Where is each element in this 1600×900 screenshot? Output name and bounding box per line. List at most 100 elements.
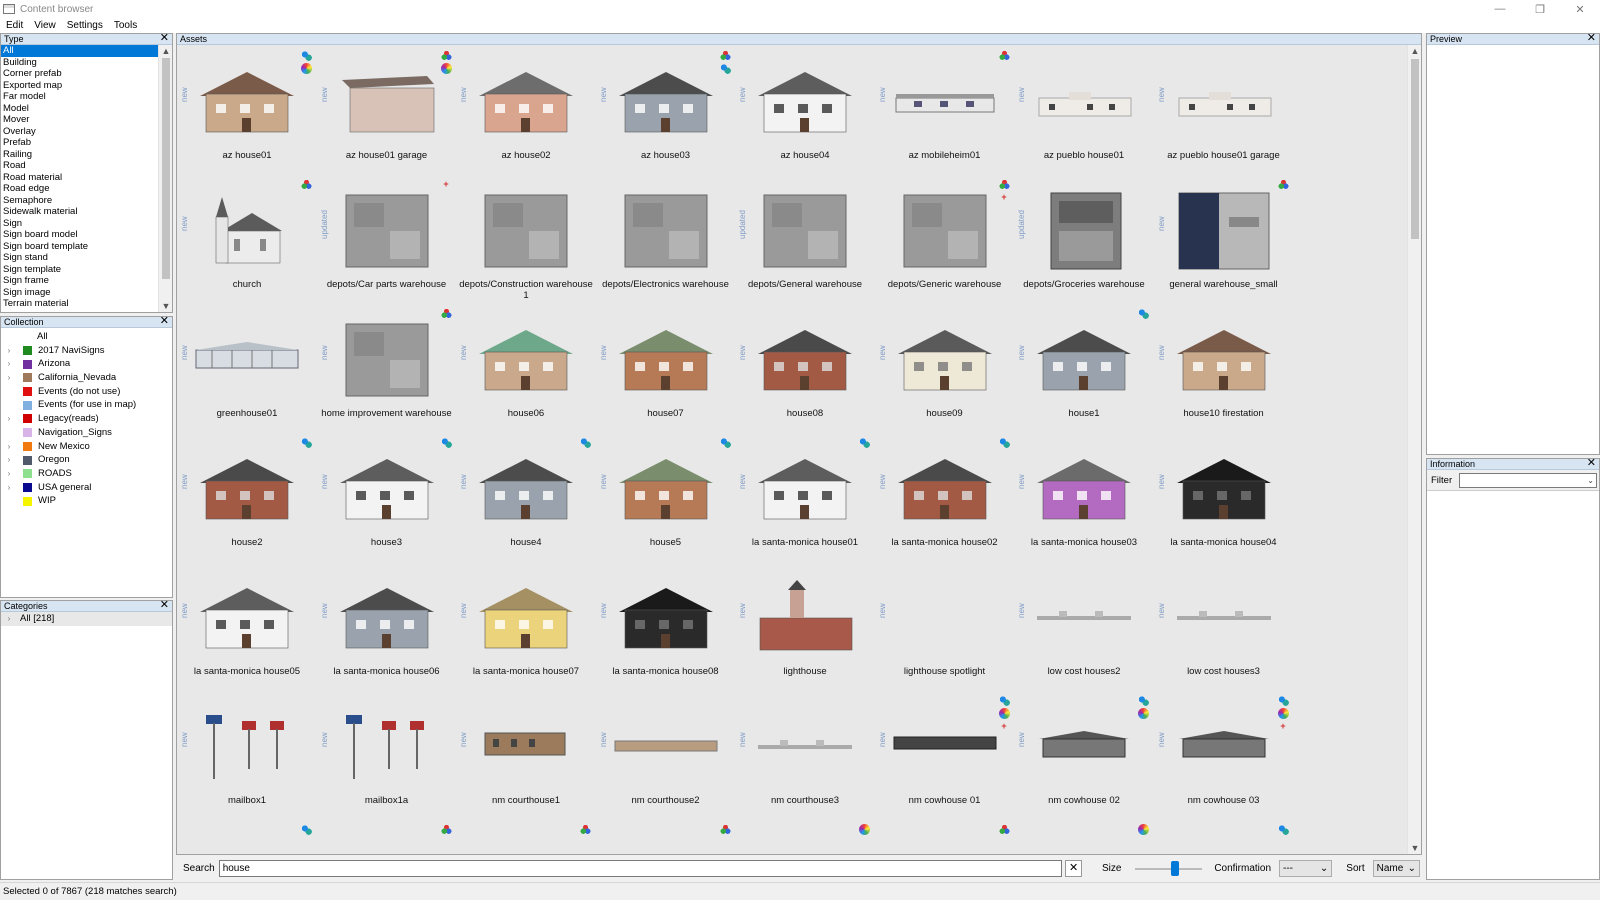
collection-item[interactable]: › Oregon (1, 453, 172, 467)
asset-tile[interactable]: new + nm cowhouse 03 (1154, 691, 1294, 820)
chevron-up-icon[interactable]: ▲ (1408, 45, 1422, 57)
asset-tile[interactable]: new lighthouse (735, 562, 875, 691)
asset-tile[interactable]: new la santa-monica house04 (1154, 433, 1294, 562)
asset-tile[interactable]: new nm cowhouse 02 (1014, 691, 1154, 820)
asset-tile[interactable]: new house08 (735, 304, 875, 433)
type-item[interactable]: Sign frame (1, 275, 158, 287)
clear-search-icon[interactable]: ✕ (1065, 859, 1082, 877)
collection-item[interactable]: Events (for use in map) (1, 398, 172, 412)
asset-tile[interactable]: new mailbox1a (317, 691, 457, 820)
collection-item[interactable]: › Arizona (1, 357, 172, 371)
collection-item[interactable]: › Legacy(reads) (1, 412, 172, 426)
collection-item[interactable]: › New Mexico (1, 440, 172, 454)
chevron-right-icon[interactable]: › (4, 467, 14, 481)
asset-tile[interactable]: new house09 (875, 304, 1015, 433)
slider-handle[interactable] (1171, 860, 1180, 876)
asset-tile[interactable]: new la santa-monica house01 (735, 433, 875, 562)
sort-select[interactable]: Name ⌄ (1372, 859, 1420, 877)
asset-tile[interactable]: new la santa-monica house05 (177, 562, 317, 691)
minimize-button[interactable]: — (1482, 0, 1518, 18)
confirmation-select[interactable]: --- ⌄ (1279, 859, 1333, 877)
menu-tools[interactable]: Tools (114, 20, 137, 31)
asset-tile[interactable]: new lighthouse spotlight (875, 562, 1015, 691)
chevron-right-icon[interactable]: › (4, 481, 14, 495)
type-item[interactable]: Overlay (1, 126, 158, 138)
asset-tile[interactable]: new az house02 (456, 46, 596, 175)
collection-item[interactable]: › ROADS (1, 467, 172, 481)
collection-item[interactable]: Events (do not use) (1, 385, 172, 399)
asset-tile[interactable]: new az house01 garage (317, 46, 457, 175)
asset-tile[interactable]: new la santa-monica house03 (1014, 433, 1154, 562)
type-item[interactable]: All (1, 45, 158, 57)
asset-tile[interactable]: new la santa-monica house02 (875, 433, 1015, 562)
filter-select[interactable]: ⌄ (1459, 472, 1597, 488)
type-item[interactable]: Road edge (1, 183, 158, 195)
chevron-right-icon[interactable]: › (4, 453, 14, 467)
type-item[interactable]: Corner prefab (1, 68, 158, 80)
close-icon[interactable]: ✕ (160, 600, 169, 611)
collection-item[interactable]: WIP (1, 494, 172, 508)
asset-tile[interactable]: new az house03 (596, 46, 736, 175)
close-icon[interactable]: ✕ (1587, 33, 1596, 44)
chevron-right-icon[interactable]: › (4, 612, 14, 626)
type-item[interactable]: Sign image (1, 287, 158, 299)
asset-tile[interactable]: new az mobileheim01 (875, 46, 1015, 175)
asset-tile[interactable]: new church (177, 175, 317, 304)
type-item[interactable]: Sign stand (1, 252, 158, 264)
type-item[interactable]: Road material (1, 172, 158, 184)
type-item[interactable]: Model (1, 103, 158, 115)
asset-tile[interactable]: updated depots/Groceries warehouse (1014, 175, 1154, 304)
type-item[interactable]: Railing (1, 149, 158, 161)
asset-tile[interactable]: new house2 (177, 433, 317, 562)
asset-tile[interactable]: new low cost houses3 (1154, 562, 1294, 691)
type-list-scrollbar[interactable]: ▲ ▼ (158, 45, 172, 312)
type-item[interactable]: Sign (1, 218, 158, 230)
asset-tile[interactable]: updated depots/General warehouse (735, 175, 875, 304)
chevron-right-icon[interactable]: › (4, 371, 14, 385)
collection-item[interactable]: › California_Nevada (1, 371, 172, 385)
collection-item[interactable]: › USA general (1, 481, 172, 495)
category-item-all[interactable]: › All [218] (1, 612, 172, 626)
asset-tile[interactable]: depots/Construction warehouse 1 (456, 175, 596, 304)
type-item[interactable]: Sign template (1, 264, 158, 276)
asset-tile[interactable]: new la santa-monica house07 (456, 562, 596, 691)
asset-tile[interactable]: updated + depots/Car parts warehouse (317, 175, 457, 304)
chevron-down-icon[interactable]: ▼ (159, 300, 173, 312)
asset-tile[interactable]: new house1 (1014, 304, 1154, 433)
scroll-thumb[interactable] (162, 58, 170, 279)
type-item[interactable]: Sign board model (1, 229, 158, 241)
type-item[interactable]: Mover (1, 114, 158, 126)
type-item[interactable]: Far model (1, 91, 158, 103)
chevron-right-icon[interactable]: › (4, 357, 14, 371)
close-icon[interactable]: ✕ (160, 33, 169, 44)
chevron-down-icon[interactable]: ▼ (1408, 842, 1422, 854)
asset-tile[interactable]: new greenhouse01 (177, 304, 317, 433)
menu-settings[interactable]: Settings (67, 20, 103, 31)
chevron-right-icon[interactable]: › (4, 440, 14, 454)
asset-tile[interactable]: new la santa-monica house08 (596, 562, 736, 691)
menu-view[interactable]: View (34, 20, 56, 31)
collection-item[interactable]: Navigation_Signs (1, 426, 172, 440)
collection-item-all[interactable]: All (1, 330, 172, 344)
asset-tile[interactable]: new house3 (317, 433, 457, 562)
asset-tile[interactable]: new home improvement warehouse (317, 304, 457, 433)
restore-button[interactable]: ❐ (1522, 0, 1558, 18)
type-item[interactable]: Road (1, 160, 158, 172)
asset-tile[interactable]: new house10 firestation (1154, 304, 1294, 433)
type-item[interactable]: Building (1, 57, 158, 69)
menu-edit[interactable]: Edit (6, 20, 23, 31)
type-item[interactable]: Sidewalk material (1, 206, 158, 218)
chevron-right-icon[interactable]: › (4, 344, 14, 358)
type-item[interactable]: Prefab (1, 137, 158, 149)
type-item[interactable]: Exported map (1, 80, 158, 92)
size-slider[interactable] (1135, 860, 1203, 877)
asset-tile[interactable]: new az pueblo house01 garage (1154, 46, 1294, 175)
scroll-thumb[interactable] (1411, 59, 1419, 239)
chevron-up-icon[interactable]: ▲ (159, 45, 173, 57)
asset-tile[interactable]: new + nm cowhouse 01 (875, 691, 1015, 820)
collection-item[interactable]: › 2017 NaviSigns (1, 344, 172, 358)
asset-tile[interactable]: new mailbox1 (177, 691, 317, 820)
type-item[interactable]: Sign board template (1, 241, 158, 253)
close-icon[interactable]: ✕ (160, 316, 169, 327)
asset-tile[interactable]: new nm courthouse3 (735, 691, 875, 820)
